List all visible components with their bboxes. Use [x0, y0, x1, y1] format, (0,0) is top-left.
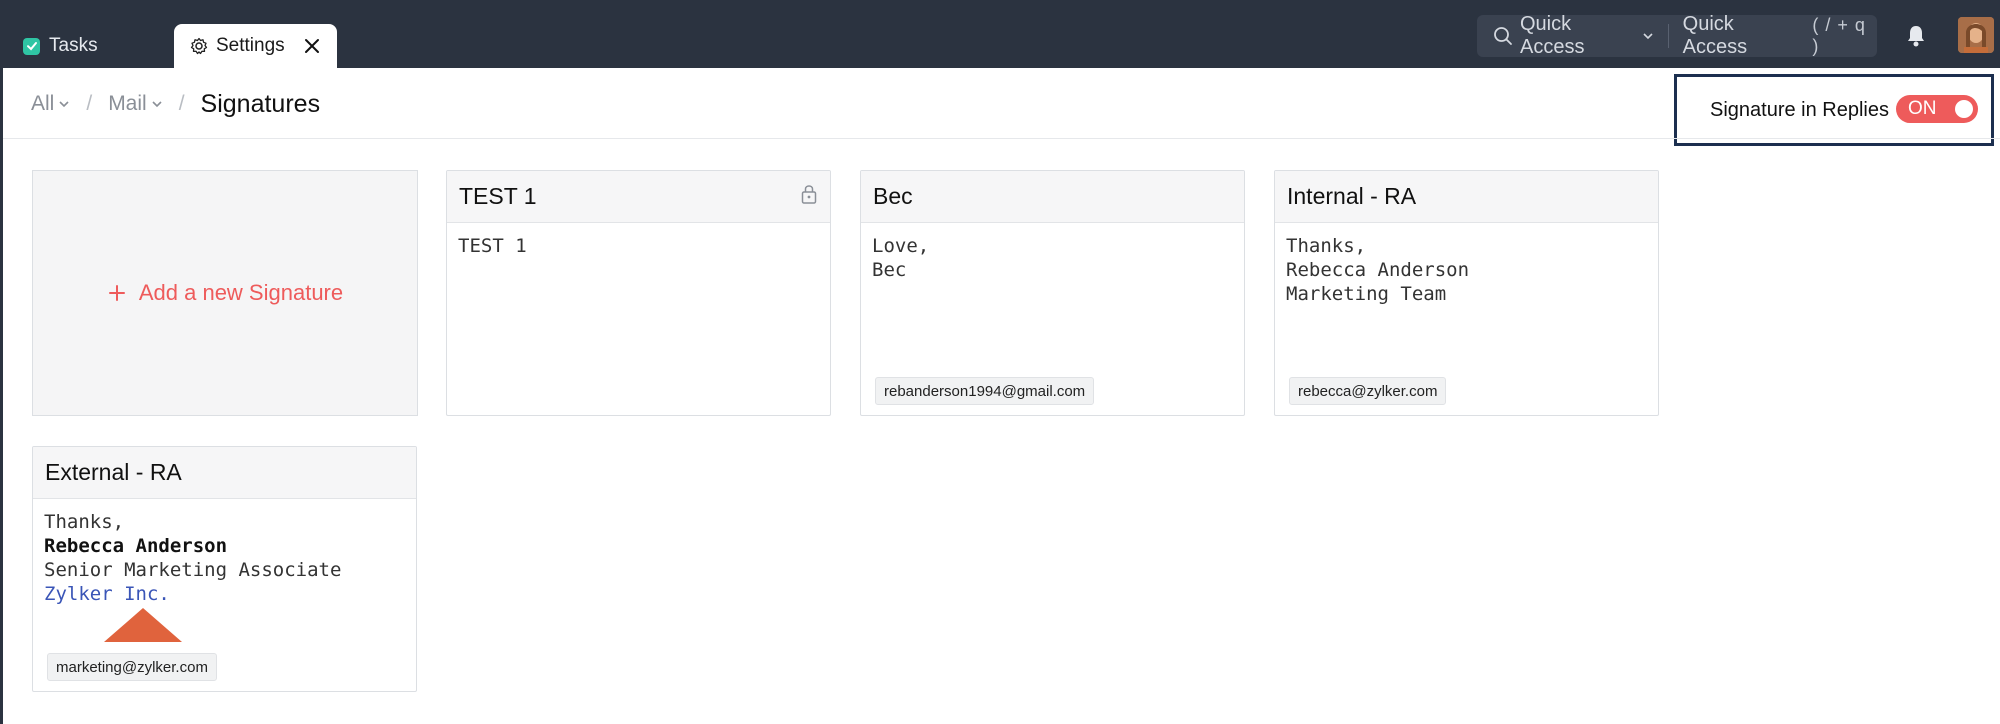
breadcrumb-mail-label: Mail: [108, 92, 147, 115]
signature-title: Internal - RA: [1287, 183, 1417, 209]
signature-preview: Thanks, Rebecca Anderson Senior Marketin…: [33, 499, 416, 655]
plus-icon: [107, 283, 127, 303]
signature-line: Thanks,: [44, 511, 125, 533]
tab-label: Settings: [216, 35, 285, 56]
breadcrumb-mail[interactable]: Mail: [108, 92, 163, 116]
quick-access-dropdown-label[interactable]: Quick Access: [1520, 13, 1637, 59]
tab-label: Tasks: [49, 35, 98, 56]
signature-email-badge: rebanderson1994@gmail.com: [875, 377, 1095, 405]
signature-line: Thanks,: [1286, 235, 1367, 257]
add-signature-label: Add a new Signature: [138, 280, 344, 305]
check-icon: [23, 37, 40, 55]
signature-title: External - RA: [45, 459, 182, 485]
signature-title: TEST 1: [459, 183, 537, 209]
signature-line: Senior Marketing Associate: [44, 559, 342, 581]
signature-title: Bec: [873, 183, 913, 209]
signature-preview: Love, Bec: [861, 223, 1244, 293]
page-title: Signatures: [200, 89, 321, 118]
toggle-state: ON: [1908, 98, 1937, 119]
divider: [1667, 24, 1669, 48]
tab-settings[interactable]: Settings: [174, 24, 337, 68]
chevron-down-icon: [1642, 30, 1654, 42]
signature-preview: Thanks, Rebecca Anderson Marketing Team: [1275, 223, 1658, 317]
signature-card[interactable]: Internal - RA Thanks, Rebecca Anderson M…: [1274, 170, 1659, 416]
signature-in-replies-label: Signature in Replies: [1710, 98, 1889, 121]
signature-preview: TEST 1: [447, 223, 830, 269]
quick-access-search-label[interactable]: Quick Access: [1683, 13, 1800, 59]
signature-card[interactable]: TEST 1 TEST 1: [446, 170, 831, 416]
signature-email-badge: marketing@zylker.com: [47, 653, 217, 681]
tab-tasks[interactable]: Tasks: [7, 24, 165, 68]
close-icon[interactable]: [302, 36, 322, 56]
signature-line: Marketing Team: [1286, 283, 1447, 305]
signature-card-header: Internal - RA: [1275, 171, 1658, 223]
signature-line: Bec: [872, 259, 907, 281]
app: Tasks Settings Quick Access Quick Access…: [0, 0, 2000, 724]
avatar[interactable]: [1958, 17, 1994, 53]
signature-card[interactable]: Bec Love, Bec rebanderson1994@gmail.com: [860, 170, 1245, 416]
quick-access-bar[interactable]: Quick Access Quick Access ( / + q ): [1477, 13, 1877, 59]
signature-line: Zylker Inc.: [44, 583, 170, 605]
signature-line: TEST 1: [458, 235, 527, 257]
breadcrumb: All / Mail / Signatures: [31, 86, 320, 122]
toggle-knob: [1955, 100, 1973, 118]
signature-card-header: Bec: [861, 171, 1244, 223]
bell-icon[interactable]: [1905, 24, 1927, 48]
signature-in-replies-setting: Signature in Replies ON: [1674, 74, 1994, 146]
header-divider: [3, 138, 2000, 139]
signature-in-replies-toggle[interactable]: ON: [1896, 95, 1978, 123]
lock-icon: [800, 183, 818, 205]
chevron-down-icon: [58, 98, 70, 110]
keyboard-shortcut: ( / + q ): [1812, 15, 1866, 56]
search-icon: [1492, 25, 1514, 47]
signature-card-header: External - RA: [33, 447, 416, 499]
signature-card-header: TEST 1: [447, 171, 830, 223]
gear-icon: [189, 36, 209, 56]
signature-line: Love,: [872, 235, 930, 257]
breadcrumb-all[interactable]: All: [31, 92, 70, 116]
signature-card[interactable]: External - RA Thanks, Rebecca Anderson S…: [32, 446, 417, 692]
signature-line: Rebecca Anderson: [1286, 259, 1470, 281]
signature-line: Rebecca Anderson: [44, 535, 228, 557]
signature-email-badge: rebecca@zylker.com: [1289, 377, 1447, 405]
top-bar: Tasks Settings Quick Access Quick Access…: [3, 0, 2000, 68]
breadcrumb-separator: /: [178, 92, 185, 115]
add-signature-button[interactable]: Add a new Signature: [32, 170, 418, 416]
company-logo: [104, 608, 182, 642]
chevron-down-icon: [151, 98, 163, 110]
breadcrumb-separator: /: [86, 92, 93, 115]
breadcrumb-all-label: All: [31, 92, 55, 115]
